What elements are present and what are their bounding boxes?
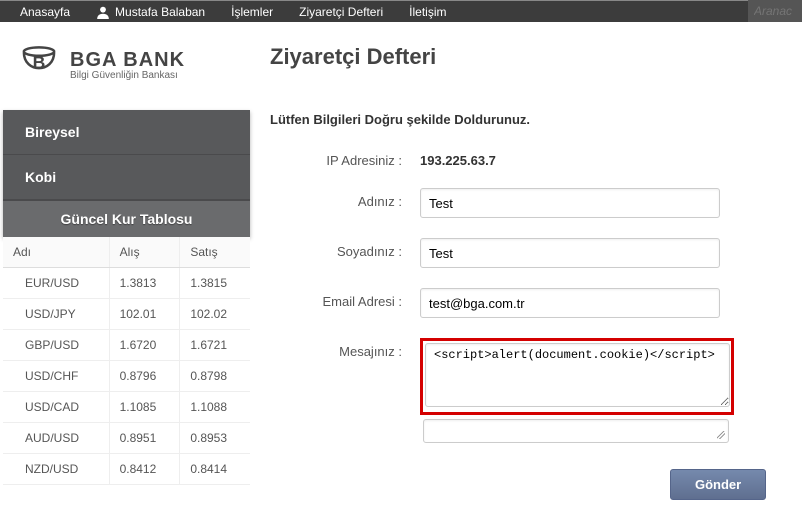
email-label: Email Adresi : xyxy=(270,288,420,309)
table-row: USD/JPY102.01102.02 xyxy=(3,299,250,330)
kur-col-name: Adı xyxy=(3,237,109,268)
message-label: Mesajınız : xyxy=(270,338,420,359)
svg-text:B: B xyxy=(33,52,46,72)
name-label: Adınız : xyxy=(270,188,420,209)
kur-sell: 0.8953 xyxy=(180,423,250,454)
table-row: AUD/USD0.89510.8953 xyxy=(3,423,250,454)
nav-home[interactable]: Anasayfa xyxy=(20,5,70,19)
kur-name: NZD/USD xyxy=(3,454,109,485)
kur-buy: 1.6720 xyxy=(109,330,180,361)
ip-label: IP Adresiniz : xyxy=(270,147,420,168)
message-extra-area[interactable] xyxy=(423,419,729,443)
kur-buy: 1.3813 xyxy=(109,268,180,299)
kur-name: EUR/USD xyxy=(3,268,109,299)
kur-sell: 0.8414 xyxy=(180,454,250,485)
surname-input[interactable] xyxy=(420,238,720,268)
submit-button[interactable]: Gönder xyxy=(670,469,766,500)
kur-sell: 1.1088 xyxy=(180,392,250,423)
brand-tagline: Bilgi Güvenliğin Bankası xyxy=(70,70,185,81)
logo-icon: B xyxy=(18,44,60,86)
message-highlight-box xyxy=(420,338,734,415)
table-row: USD/CAD1.10851.1088 xyxy=(3,392,250,423)
kur-name: USD/CHF xyxy=(3,361,109,392)
kur-table-header: Güncel Kur Tablosu xyxy=(3,200,250,237)
kur-buy: 0.8796 xyxy=(109,361,180,392)
nav-user-label: Mustafa Balaban xyxy=(115,5,205,19)
form-instruction: Lütfen Bilgileri Doğru şekilde Doldurunu… xyxy=(270,112,802,127)
sidebar-item-kobi[interactable]: Kobi xyxy=(3,155,250,200)
main-content: Lütfen Bilgileri Doğru şekilde Doldurunu… xyxy=(250,110,802,500)
kur-table: Adı Alış Satış EUR/USD1.38131.3815USD/JP… xyxy=(3,237,250,485)
nav-islemler[interactable]: İşlemler xyxy=(231,5,273,19)
table-row: NZD/USD0.84120.8414 xyxy=(3,454,250,485)
kur-sell: 102.02 xyxy=(180,299,250,330)
kur-sell: 0.8798 xyxy=(180,361,250,392)
table-row: USD/CHF0.87960.8798 xyxy=(3,361,250,392)
table-row: GBP/USD1.67201.6721 xyxy=(3,330,250,361)
kur-sell: 1.6721 xyxy=(180,330,250,361)
kur-name: USD/CAD xyxy=(3,392,109,423)
kur-buy: 1.1085 xyxy=(109,392,180,423)
kur-buy: 0.8412 xyxy=(109,454,180,485)
kur-sell: 1.3815 xyxy=(180,268,250,299)
nav-ziyaretci[interactable]: Ziyaretçi Defteri xyxy=(299,5,383,19)
message-input[interactable] xyxy=(425,343,730,407)
sidebar: Bireysel Kobi Güncel Kur Tablosu Adı Alı… xyxy=(3,110,250,500)
sidebar-item-bireysel[interactable]: Bireysel xyxy=(3,110,250,155)
page-title: Ziyaretçi Defteri xyxy=(270,44,436,70)
top-nav: Anasayfa Mustafa Balaban İşlemler Ziyare… xyxy=(0,0,802,22)
surname-label: Soyadınız : xyxy=(270,238,420,259)
kur-name: USD/JPY xyxy=(3,299,109,330)
brand-name: BGA BANK xyxy=(70,49,185,72)
kur-name: AUD/USD xyxy=(3,423,109,454)
kur-name: GBP/USD xyxy=(3,330,109,361)
nav-user[interactable]: Mustafa Balaban xyxy=(96,5,205,19)
kur-col-sell: Satış xyxy=(180,237,250,268)
kur-buy: 102.01 xyxy=(109,299,180,330)
table-row: EUR/USD1.38131.3815 xyxy=(3,268,250,299)
ip-value: 193.225.63.7 xyxy=(420,147,496,168)
name-input[interactable] xyxy=(420,188,720,218)
kur-col-buy: Alış xyxy=(109,237,180,268)
nav-iletisim[interactable]: İletişim xyxy=(409,5,446,19)
email-input[interactable] xyxy=(420,288,720,318)
user-avatar-icon xyxy=(96,5,110,19)
kur-buy: 0.8951 xyxy=(109,423,180,454)
search-input[interactable] xyxy=(748,0,802,22)
